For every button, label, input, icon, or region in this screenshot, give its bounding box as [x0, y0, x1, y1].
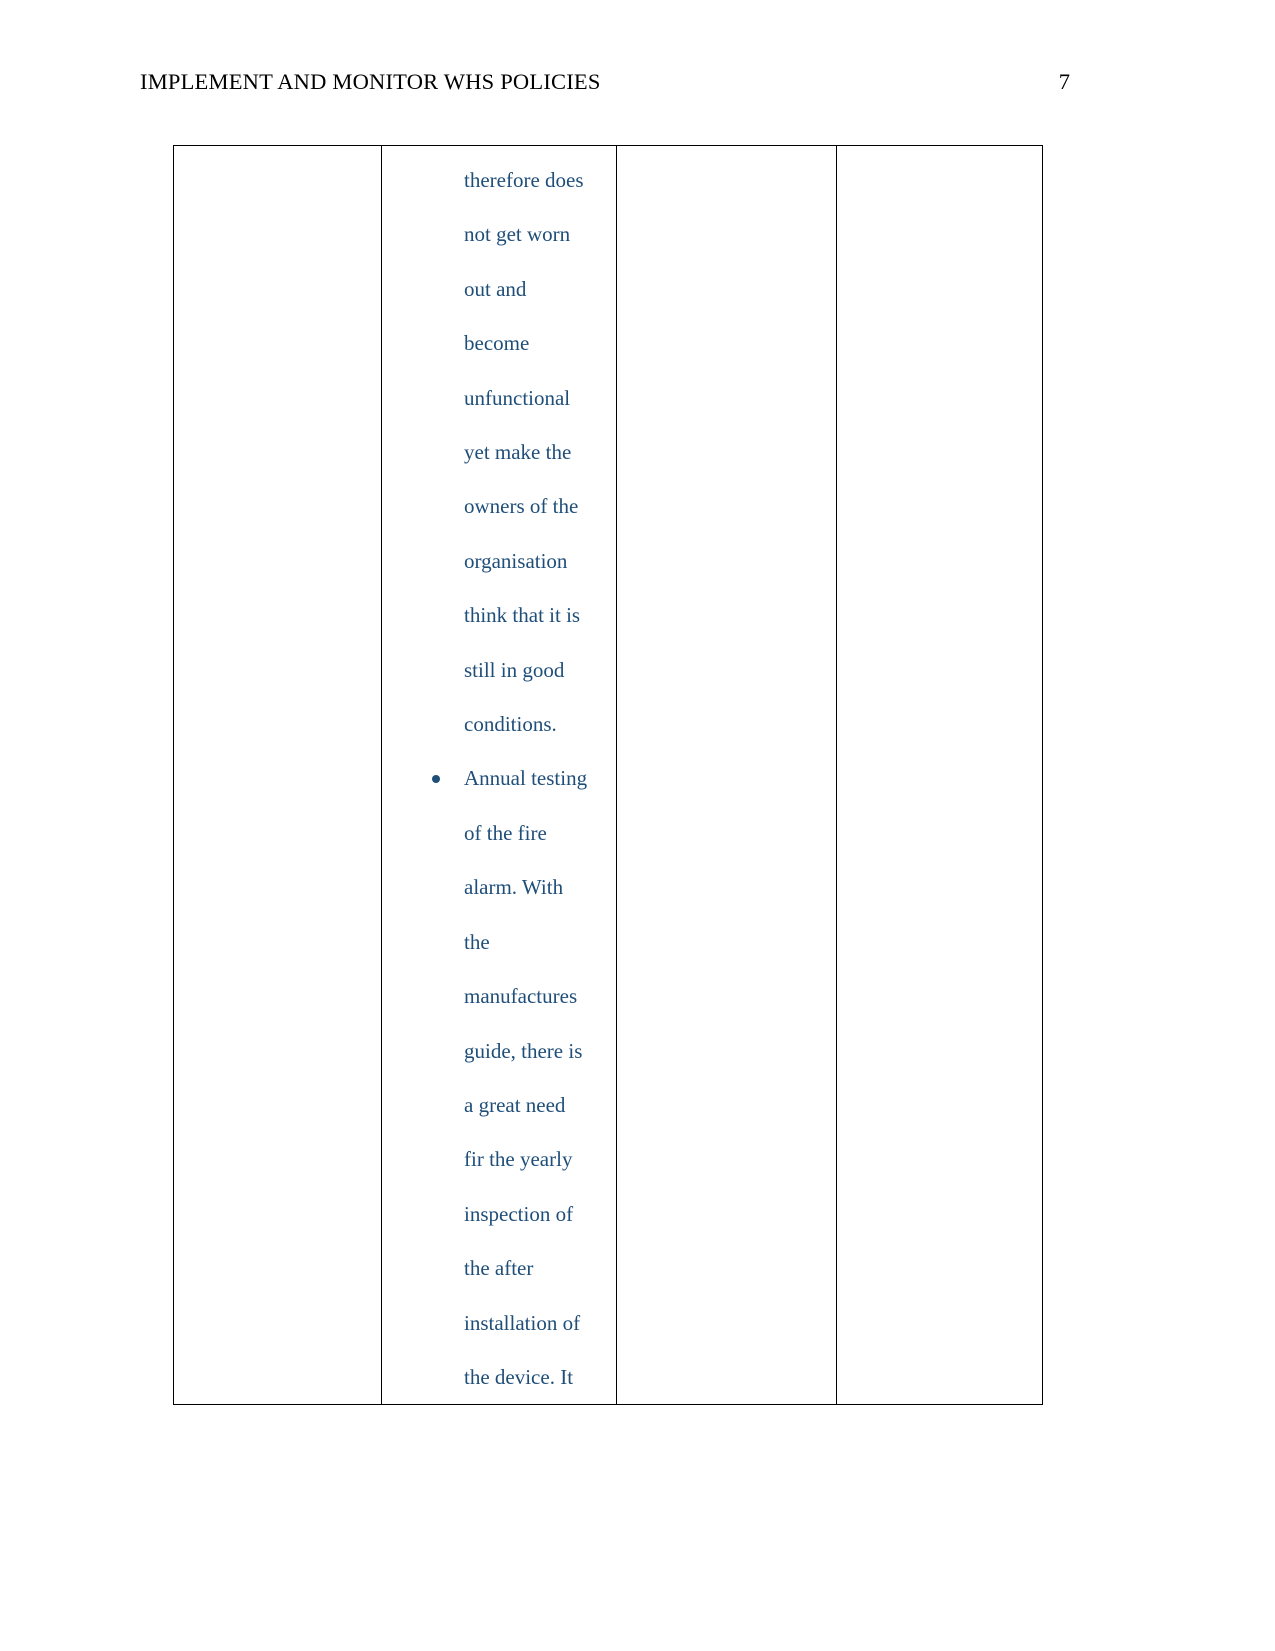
- text-line: inspection of: [464, 1201, 574, 1226]
- table-cell-column-4: [836, 144, 1043, 1406]
- cell-top-spacer: [382, 146, 616, 153]
- text-line: of the fire: [464, 820, 547, 845]
- table-cell-column-2: therefore does not get worn out and become u…: [381, 144, 617, 1406]
- table-cell-column-1: [173, 144, 382, 1406]
- cell-column-2-content: therefore does not get worn out and become u…: [382, 153, 616, 1404]
- text-line: yet make the: [464, 440, 572, 465]
- text-line: out and: [464, 276, 527, 301]
- text-line: conditions.: [464, 712, 557, 737]
- table-row: therefore does not get worn out and become u…: [173, 144, 1043, 1406]
- table-cell-column-3: [616, 144, 837, 1406]
- text-line: a great need: [464, 1092, 566, 1117]
- text-line: organisation: [464, 548, 568, 573]
- text-line: installation of: [464, 1310, 581, 1335]
- header-title: IMPLEMENT AND MONITOR WHS POLICIES: [140, 69, 601, 94]
- text-line: not get worn: [464, 222, 571, 247]
- content-table: therefore does not get worn out and become u…: [173, 144, 1043, 1406]
- document-page: IMPLEMENT AND MONITOR WHS POLICIES 7 the…: [0, 0, 1275, 1651]
- page-header: IMPLEMENT AND MONITOR WHS POLICIES 7: [140, 68, 1070, 104]
- text-line: the: [464, 929, 490, 954]
- text-line: owners of the: [464, 494, 579, 519]
- text-line: think that it is: [464, 603, 581, 628]
- text-line: the after: [464, 1256, 534, 1281]
- text-line: the device. It: [464, 1364, 574, 1389]
- text-line: become: [464, 331, 530, 356]
- bullet-icon: [432, 774, 440, 783]
- text-line: therefore does: [464, 168, 584, 192]
- text-line: manufactures: [464, 984, 578, 1009]
- text-line: fir the yearly: [464, 1147, 573, 1172]
- bulleted-text-line: Annual testing: [382, 751, 616, 805]
- bulleted-text-label: Annual testing: [464, 766, 588, 791]
- text-line: alarm. With: [464, 875, 564, 900]
- text-line: guide, there is: [464, 1038, 583, 1063]
- text-line: still in good: [464, 657, 565, 682]
- text-line: unfunctional: [464, 385, 571, 410]
- page-number: 7: [1058, 69, 1070, 94]
